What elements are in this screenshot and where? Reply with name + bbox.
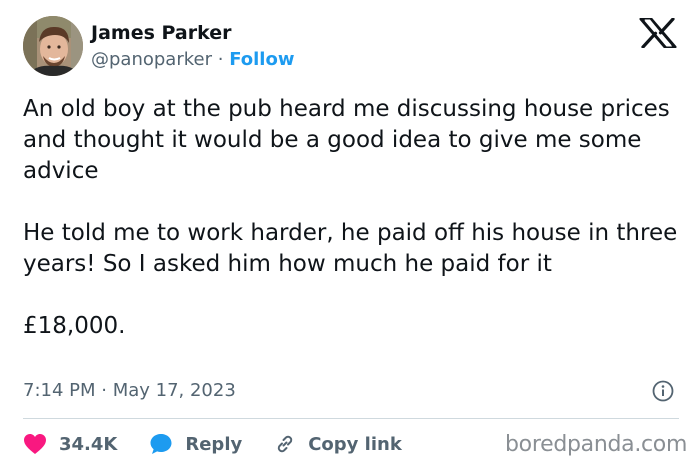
like-count: 34.4K	[59, 433, 118, 455]
tweet-text: An old boy at the pub heard me discussin…	[23, 94, 683, 342]
like-button[interactable]: 34.4K	[23, 433, 117, 455]
watermark: boredpanda.com	[505, 432, 688, 457]
divider	[23, 418, 679, 419]
author-name[interactable]: James Parker	[91, 21, 232, 45]
copy-link-label: Copy link	[308, 433, 402, 455]
tweet-paragraph: An old boy at the pub heard me discussin…	[23, 96, 670, 184]
avatar[interactable]	[23, 16, 83, 76]
follow-button[interactable]: Follow	[229, 49, 294, 70]
tweet-card: James Parker @panoparker · Follow An old…	[0, 0, 700, 471]
reply-bubble-icon	[150, 434, 172, 454]
x-logo-icon[interactable]	[639, 17, 677, 49]
info-icon[interactable]	[652, 380, 674, 402]
reply-button[interactable]: Reply	[149, 432, 242, 456]
reply-label: Reply	[185, 433, 243, 455]
author-handle-line: @panoparker · Follow	[91, 48, 294, 72]
tweet-paragraph: £18,000.	[23, 313, 126, 339]
copy-link-button[interactable]: Copy link	[274, 433, 402, 455]
handle-separator: ·	[217, 49, 224, 70]
avatar-photo	[23, 16, 83, 76]
heart-icon	[24, 434, 46, 454]
link-icon	[278, 435, 293, 453]
tweet-timestamp[interactable]: 7:14 PM · May 17, 2023	[23, 379, 236, 403]
author-handle[interactable]: @panoparker	[91, 49, 212, 70]
tweet-paragraph: He told me to work harder, he paid off h…	[23, 220, 678, 277]
action-bar: 34.4K Reply Copy link	[23, 430, 434, 458]
